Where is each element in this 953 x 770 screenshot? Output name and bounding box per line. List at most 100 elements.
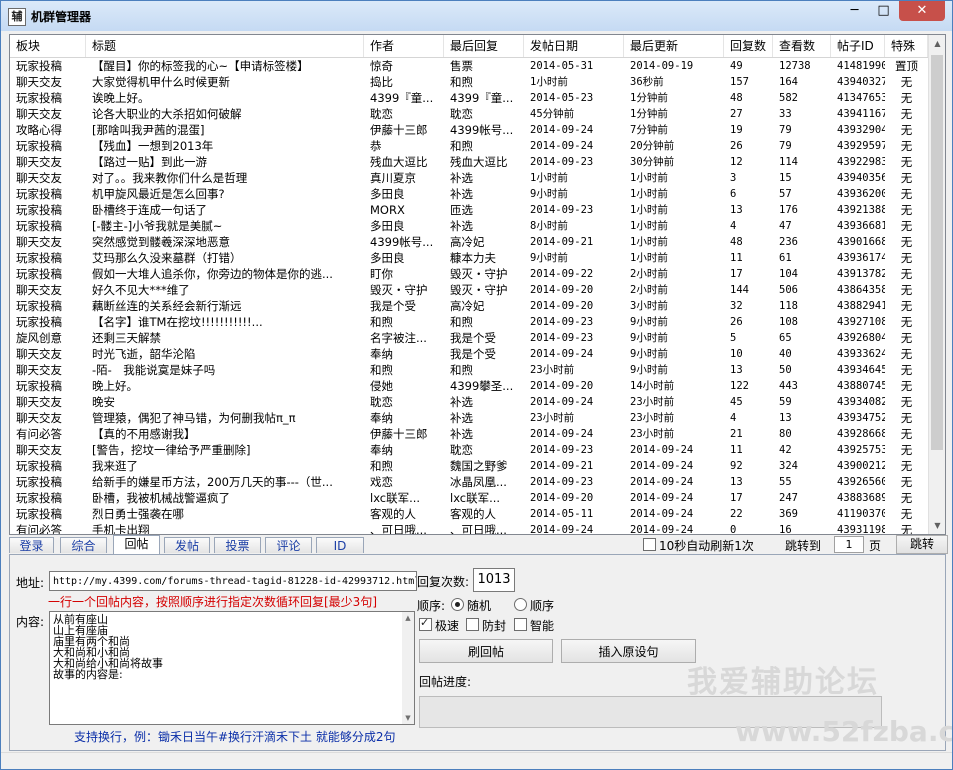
cell-board: 玩家投稿 bbox=[16, 203, 62, 217]
cell-post-date: 1小时前 bbox=[530, 76, 568, 88]
table-row[interactable]: 聊天交友 时光飞逝，韶华沦陷 奉纳 我是个受 2014-09-24 9小时前 10 40 439… bbox=[10, 346, 928, 362]
cell-board: 聊天交友 bbox=[16, 283, 62, 297]
table-row[interactable]: 玩家投稿 给新手的嫌星币方法，200万几天的事---（世... 戏恋 冰晶凤凰... 2… bbox=[10, 474, 928, 490]
cell-author: 多田良 bbox=[370, 251, 405, 265]
table-row[interactable]: 聊天交友 对了。。我来教你们什么是哲理 真川夏京 补选 1小时前 1小时前 3 15 43940… bbox=[10, 170, 928, 186]
reply-button[interactable]: 刷回帖 bbox=[419, 639, 553, 663]
table-row[interactable]: 聊天交友 好久不见大***维了 毁灭・守护 毁灭・守护 2014-09-20 2小时前 14… bbox=[10, 282, 928, 298]
table-row[interactable]: 聊天交友 -陌- 我能说寞是妹子吗 和煦 和煦 23小时前 9小时前 13 50 4393464… bbox=[10, 362, 928, 378]
content-scrollbar[interactable]: ▲ ▼ bbox=[402, 612, 414, 724]
minimize-button[interactable]: ─ bbox=[841, 1, 868, 21]
cell-last-update: 7分钟前 bbox=[630, 124, 668, 136]
table-row[interactable]: 玩家投稿 【残血】一想到2013年 恭 和煦 2014-09-24 20分钟前 26 79 43… bbox=[10, 138, 928, 154]
auto-refresh-checkbox[interactable]: 10秒自动刷新1次 bbox=[643, 537, 754, 554]
smart-checkbox[interactable]: 智能 bbox=[514, 617, 554, 634]
cell-board: 玩家投稿 bbox=[16, 459, 62, 473]
title-bar[interactable]: 辅 机群管理器 ─ □ ✕ bbox=[1, 1, 952, 31]
cell-thread-id: 43913782 bbox=[837, 268, 885, 280]
column-header-thread-id[interactable]: 帖子ID bbox=[831, 35, 885, 57]
column-header-title[interactable]: 标题 bbox=[86, 35, 364, 57]
cell-author: 和煦 bbox=[370, 315, 393, 329]
content-scroll-down-icon[interactable]: ▼ bbox=[402, 712, 414, 724]
column-header-special[interactable]: 特殊 bbox=[885, 35, 928, 57]
content-textarea[interactable]: 从前有座山 山上有座庙 庙里有两个和尚 大和尚和小和尚 大和尚给小和尚将故事 故事的内容是… bbox=[49, 611, 415, 725]
scroll-thumb[interactable] bbox=[931, 55, 943, 450]
table-row[interactable]: 聊天交友 突然感觉到髅羲深深地恶意 4399帐号... 高冷妃 2014-09-21 1小… bbox=[10, 234, 928, 250]
table-row[interactable]: 玩家投稿 【名字】谁TM在挖坟!!!!!!!!!!!... 和煦 和煦 2014-09-… bbox=[10, 314, 928, 330]
column-header-last-reply[interactable]: 最后回复 bbox=[444, 35, 524, 57]
tab-vote[interactable]: 投票 bbox=[214, 537, 261, 553]
table-row[interactable]: 玩家投稿 诶晚上好。 4399『童... 4399『童... 2014-05-23 1分钟… bbox=[10, 90, 928, 106]
cell-board: 聊天交友 bbox=[16, 171, 62, 185]
tab-post[interactable]: 发帖 bbox=[164, 537, 210, 553]
table-row[interactable]: 玩家投稿 我来逛了 和煦 魏国之野爹 2014-09-21 2014-09-24 92 324… bbox=[10, 458, 928, 474]
table-row[interactable]: 玩家投稿 卧槽终于连成一句话了 MORX 匝选 2014-09-23 1小时前 13 176 4… bbox=[10, 202, 928, 218]
anti-ban-checkbox[interactable]: 防封 bbox=[466, 617, 506, 634]
column-header-view-count[interactable]: 查看数 bbox=[773, 35, 831, 57]
cell-thread-id: 43926804 bbox=[837, 332, 885, 344]
tab-login[interactable]: 登录 bbox=[9, 537, 54, 553]
table-row[interactable]: 聊天交友 [警告，挖坟一律给予严重删除] 奉纳 耽恋 2014-09-23 2014-09… bbox=[10, 442, 928, 458]
table-row[interactable]: 玩家投稿 晚上好。 侵她 4399攀圣... 2014-09-20 14小时前 122 443… bbox=[10, 378, 928, 394]
cell-special: 无 bbox=[900, 299, 913, 313]
thread-list-scrollbar[interactable]: ▲ ▼ bbox=[928, 35, 945, 534]
table-row[interactable]: 玩家投稿 【醒目】你的标签我的心~【申请标签楼】 惊奇 售票 2014-05-31 201… bbox=[10, 58, 928, 74]
table-row[interactable]: 玩家投稿 假如一大堆人追杀你，你旁边的物体是你的逃... 盯你 毁灭・守护 2014-0… bbox=[10, 266, 928, 282]
tab-id[interactable]: ID bbox=[316, 537, 364, 553]
column-header-author[interactable]: 作者 bbox=[364, 35, 444, 57]
address-input[interactable]: http://my.4399.com/forums-thread-tagid-8… bbox=[49, 571, 417, 591]
tab-general[interactable]: 综合 bbox=[60, 537, 107, 553]
radio-icon bbox=[451, 598, 464, 611]
table-row[interactable]: 旋风创意 还剩三天解禁 名字被注... 我是个受 2014-09-23 9小时前 5 65 43… bbox=[10, 330, 928, 346]
cell-author: 多田良 bbox=[370, 219, 405, 233]
thread-list-body[interactable]: 玩家投稿 【醒目】你的标签我的心~【申请标签楼】 惊奇 售票 2014-05-31 201… bbox=[10, 58, 928, 534]
table-row[interactable]: 玩家投稿 藕断丝连的关系经会新行渐远 我是个受 高冷妃 2014-09-20 3小时前 32… bbox=[10, 298, 928, 314]
cell-last-update: 23小时前 bbox=[630, 412, 675, 424]
table-row[interactable]: 攻略心得 [那啥叫我尹茜的混蛋] 伊藤十三郎 4399帐号... 2014-09-24 7… bbox=[10, 122, 928, 138]
table-row[interactable]: 玩家投稿 机甲旋风最近是怎么回事? 多田良 补选 9小时前 1小时前 6 57 43936200… bbox=[10, 186, 928, 202]
scroll-up-arrow-icon[interactable]: ▲ bbox=[929, 35, 945, 52]
column-header-reply-count[interactable]: 回复数 bbox=[724, 35, 773, 57]
close-button[interactable]: ✕ bbox=[899, 1, 945, 21]
scroll-down-arrow-icon[interactable]: ▼ bbox=[929, 517, 945, 534]
cell-last-update: 1小时前 bbox=[630, 172, 668, 184]
content-scroll-up-icon[interactable]: ▲ bbox=[402, 612, 414, 624]
order-sequential-radio[interactable]: 顺序 bbox=[514, 597, 554, 614]
table-row[interactable]: 有问必答 手机卡出翔 、可日哦... 、可日哦... 2014-09-24 2014-09… bbox=[10, 522, 928, 534]
maximize-button[interactable]: □ bbox=[870, 1, 897, 21]
cell-thread-id: 43936200 bbox=[837, 188, 885, 200]
column-header-post-date[interactable]: 发帖日期 bbox=[524, 35, 624, 57]
tab-reply[interactable]: 回帖 bbox=[113, 535, 160, 554]
table-row[interactable]: 聊天交友 晚安 耽恋 补选 2014-09-24 23小时前 45 59 43934082 无 bbox=[10, 394, 928, 410]
cell-board: 玩家投稿 bbox=[16, 475, 62, 489]
fast-checkbox[interactable]: 极速 bbox=[419, 616, 459, 634]
page-number-input[interactable]: 1 bbox=[834, 536, 864, 553]
tab-comment[interactable]: 评论 bbox=[265, 537, 312, 553]
main-window: 辅 机群管理器 ─ □ ✕ 板块 标题 作者 最后回复 发帖日期 最后更新 回复数 查看数 帖子… bbox=[0, 0, 953, 770]
column-header-board[interactable]: 板块 bbox=[10, 35, 86, 57]
cell-title: 我来逛了 bbox=[92, 459, 138, 473]
auto-refresh-label: 10秒自动刷新1次 bbox=[659, 539, 754, 553]
jump-button[interactable]: 跳转 bbox=[896, 535, 948, 554]
cell-last-update: 2014-09-24 bbox=[630, 508, 694, 520]
table-row[interactable]: 聊天交友 论各大职业的大杀招如何破解 耽恋 耽恋 45分钟前 1分钟前 27 33 439411… bbox=[10, 106, 928, 122]
cell-title: 时光飞逝，韶华沦陷 bbox=[92, 347, 196, 361]
cell-author: 戏恋 bbox=[370, 475, 393, 489]
table-row[interactable]: 有问必答 【真的不用感谢我】 伊藤十三郎 补选 2014-09-24 23小时前 21 80 4… bbox=[10, 426, 928, 442]
cell-reply-count: 144 bbox=[730, 284, 749, 296]
table-row[interactable]: 玩家投稿 卧槽，我被机械战警逼疯了 lxc联军... lxc联军... 2014-09-… bbox=[10, 490, 928, 506]
table-row[interactable]: 聊天交友 【路过一贴】到此一游 残血大逗比 残血大逗比 2014-09-23 30分钟前 1… bbox=[10, 154, 928, 170]
table-row[interactable]: 玩家投稿 [-髅主-]小爷我就是美腻~ 多田良 补选 8小时前 1小时前 4 47 439366… bbox=[10, 218, 928, 234]
cell-thread-id: 43927108 bbox=[837, 316, 885, 328]
order-random-radio[interactable]: 随机 bbox=[451, 597, 491, 614]
cell-board: 聊天交友 bbox=[16, 347, 62, 361]
thread-list[interactable]: 板块 标题 作者 最后回复 发帖日期 最后更新 回复数 查看数 帖子ID 特殊 玩家投稿 【醒目】你… bbox=[9, 34, 946, 535]
table-row[interactable]: 聊天交友 管理猿，偶犯了神马错，为何删我帖π_π 奉纳 补选 23小时前 23小时前 4 13… bbox=[10, 410, 928, 426]
cell-last-update: 23小时前 bbox=[630, 396, 675, 408]
insert-preset-button[interactable]: 插入原设句 bbox=[561, 639, 696, 663]
table-row[interactable]: 玩家投稿 艾玛那么久没来墓群（打错） 多田良 糠本力夫 9小时前 1小时前 11 61 4393… bbox=[10, 250, 928, 266]
reply-count-input[interactable]: 1013 bbox=[473, 568, 515, 592]
column-header-last-update[interactable]: 最后更新 bbox=[624, 35, 724, 57]
table-row[interactable]: 玩家投稿 烈日勇士强袭在哪 客观的人 客观的人 2014-05-11 2014-09-24… bbox=[10, 506, 928, 522]
table-row[interactable]: 聊天交友 大家觉得机甲什么时候更新 捣比 和煦 1小时前 36秒前 157 164 439403… bbox=[10, 74, 928, 90]
